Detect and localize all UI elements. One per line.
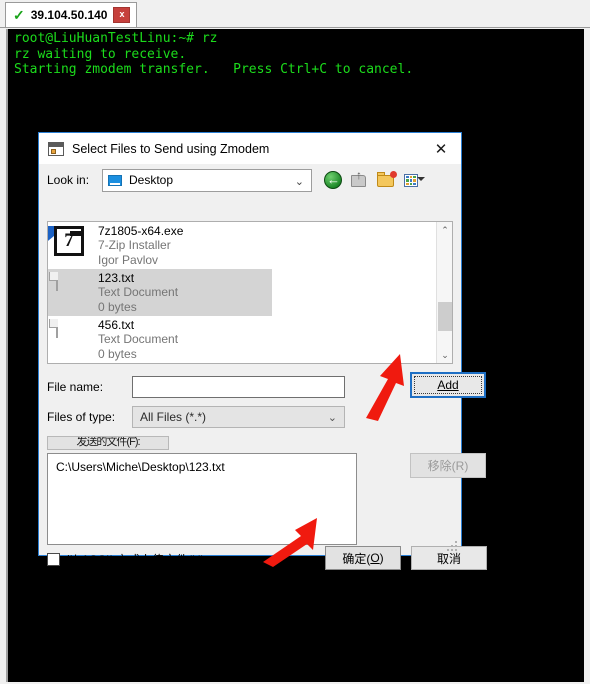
list-item[interactable]: 456.txt Text Document 0 bytes: [48, 316, 452, 363]
ok-label-prefix: 确定(: [342, 551, 371, 566]
file-name-row: File name:: [47, 375, 453, 398]
session-tab-label: 39.104.50.140: [30, 8, 108, 22]
ascii-upload-checkbox-row[interactable]: 以 ASCII 方式上传文件(U): [47, 551, 205, 568]
file-type: Text Document: [98, 285, 179, 300]
add-button[interactable]: Add: [410, 372, 486, 398]
file-type: 7-Zip Installer: [98, 238, 171, 253]
list-item[interactable]: C:\Users\Miche\Desktop\123.txt: [56, 460, 348, 474]
terminal-output-text: root@LiuHuanTestLinu:~# rz rz waiting to…: [14, 31, 414, 77]
ascii-upload-label: 以 ASCII 方式上传文件(U): [66, 551, 205, 568]
look-in-value: Desktop: [129, 173, 174, 187]
list-item[interactable]: 123.txt Text Document 0 bytes: [48, 269, 272, 316]
dialog-body: Look in: Desktop ⌄ ← ↑ 7 7z1805-x64.exe …: [39, 164, 487, 570]
up-one-level-button[interactable]: ↑: [349, 169, 371, 191]
terminal-application-window: ✓ 39.104.50.140 x root@LiuHuanTestLinu:~…: [0, 0, 590, 684]
scroll-down-icon[interactable]: ⌄: [437, 347, 452, 363]
file-name: 123.txt: [98, 270, 135, 285]
ascii-label-accel: U: [192, 553, 201, 567]
sevenzip-icon: 7: [48, 225, 88, 266]
remove-button: 移除(R): [410, 453, 486, 478]
files-to-send-label: 发送的文件(F):: [47, 436, 169, 450]
application-icon: [48, 141, 64, 156]
views-grid-icon: [404, 174, 418, 187]
select-files-dialog: Select Files to Send using Zmodem ✕ Look…: [38, 132, 487, 570]
file-detail: Igor Pavlov: [98, 252, 159, 267]
files-of-type-row: Files of type: All Files (*.*) ⌄: [47, 405, 453, 428]
chevron-down-icon[interactable]: ⌄: [328, 411, 337, 424]
text-document-icon: [53, 318, 88, 360]
file-type: Text Document: [98, 332, 179, 347]
ascii-upload-checkbox[interactable]: [47, 553, 60, 566]
desktop-icon: [108, 174, 122, 186]
file-detail: 0 bytes: [98, 346, 137, 361]
ascii-label-suffix: ): [200, 553, 205, 567]
file-detail: 0 bytes: [98, 299, 137, 314]
file-name-input[interactable]: [132, 375, 345, 398]
up-arrow-glyph: ↑: [356, 168, 362, 182]
dialog-titlebar[interactable]: Select Files to Send using Zmodem ✕: [39, 133, 461, 164]
files-of-type-label: Files of type:: [47, 409, 116, 424]
look-in-combobox[interactable]: Desktop ⌄: [102, 168, 312, 192]
chevron-down-icon[interactable]: ⌄: [295, 175, 304, 188]
file-name: 456.txt: [98, 317, 135, 332]
chevron-down-icon[interactable]: [417, 177, 425, 181]
file-list-scrollbar[interactable]: ⌃ ⌄: [436, 222, 452, 363]
file-name-label: File name:: [47, 379, 104, 394]
ok-label-suffix: ): [379, 551, 384, 565]
ok-label-accel: O: [370, 551, 380, 565]
back-arrow-glyph: ←: [327, 172, 340, 187]
green-check-icon: ✓: [13, 7, 25, 23]
dialog-title: Select Files to Send using Zmodem: [72, 141, 270, 156]
resize-grip[interactable]: [447, 541, 458, 552]
ascii-label-prefix: 以 ASCII 方式上传文件(: [66, 553, 193, 567]
new-folder-button[interactable]: [376, 169, 398, 191]
close-icon[interactable]: x: [113, 7, 131, 23]
file-list[interactable]: 7 7z1805-x64.exe 7-Zip Installer Igor Pa…: [47, 221, 453, 364]
back-button[interactable]: ←: [322, 169, 344, 191]
look-in-row: Look in: Desktop ⌄ ← ↑: [47, 164, 453, 196]
tab-strip: ✓ 39.104.50.140 x: [0, 0, 590, 28]
look-in-label: Look in:: [47, 173, 90, 187]
add-button-label-wrap: Add: [414, 376, 482, 394]
text-document-icon: [53, 271, 88, 313]
new-badge-icon: [390, 171, 397, 178]
files-to-send-listbox[interactable]: C:\Users\Miche\Desktop\123.txt: [47, 453, 357, 545]
views-button[interactable]: [403, 169, 425, 191]
scrollbar-thumb[interactable]: [438, 302, 452, 331]
dialog-close-icon[interactable]: ✕: [421, 133, 461, 164]
files-of-type-combobox[interactable]: All Files (*.*) ⌄: [132, 405, 345, 428]
file-name: 7z1805-x64.exe: [98, 223, 184, 238]
scroll-up-icon[interactable]: ⌃: [437, 222, 452, 238]
list-item[interactable]: 7 7z1805-x64.exe 7-Zip Installer Igor Pa…: [48, 222, 452, 269]
session-tab[interactable]: ✓ 39.104.50.140 x: [5, 2, 138, 27]
files-of-type-value: All Files (*.*): [140, 409, 207, 424]
ok-button[interactable]: 确定(O): [325, 546, 401, 570]
add-button-label: Add: [437, 378, 459, 392]
